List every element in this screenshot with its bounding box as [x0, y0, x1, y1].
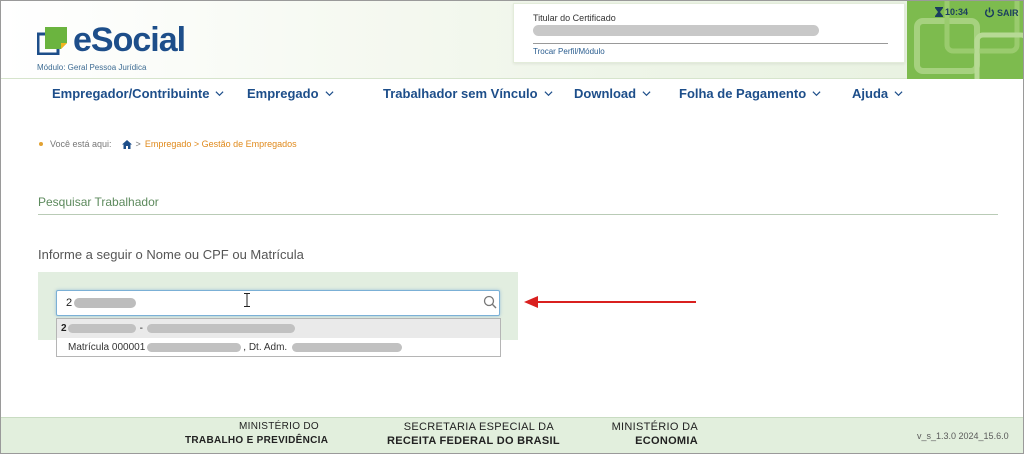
- masked-matricula: [147, 343, 242, 352]
- option-cpf-prefix: 2: [61, 323, 67, 334]
- site-header: eSocial Módulo: Geral Pessoa Jurídica Ti…: [1, 1, 1023, 79]
- breadcrumb: Você está aqui: > Empregado > Gestão de …: [39, 139, 297, 149]
- chevron-down-icon: [812, 91, 821, 97]
- footer-org-trabalho: MINISTÉRIO DO TRABALHO E PREVIDÊNCIA: [185, 420, 329, 448]
- breadcrumb-separator: >: [135, 139, 141, 149]
- worker-search-input[interactable]: 2: [56, 290, 500, 316]
- option-matricula: Matrícula 000001: [68, 342, 146, 353]
- change-profile-link[interactable]: Trocar Perfil/Módulo: [533, 47, 605, 56]
- logout-button[interactable]: SAIR: [984, 7, 1019, 18]
- app-name: eSocial: [73, 21, 186, 59]
- menu-label: Empregador/Contribuinte: [52, 86, 210, 101]
- certificate-title: Titular do Certificado: [533, 13, 616, 23]
- chevron-down-icon: [894, 91, 903, 97]
- footer-org-line-bold: RECEITA FEDERAL DO BRASIL: [387, 435, 560, 447]
- footer-org-economia: MINISTÉRIO DA ECONOMIA: [611, 420, 698, 448]
- esocial-logo-icon: [37, 27, 67, 55]
- certificate-panel: Titular do Certificado Trocar Perfil/Mód…: [513, 3, 905, 63]
- session-time: 10:34: [945, 7, 969, 17]
- masked-name: [146, 324, 295, 333]
- chevron-down-icon: [544, 91, 553, 97]
- footer-org-line: MINISTÉRIO DO: [238, 421, 319, 432]
- breadcrumb-path[interactable]: Empregado > Gestão de Empregados: [145, 139, 297, 149]
- breadcrumb-prefix: Você está aqui:: [50, 139, 112, 149]
- red-arrow-annotation: [524, 296, 696, 308]
- logout-label: SAIR: [997, 7, 1019, 18]
- chevron-down-icon: [325, 91, 334, 97]
- footer-org-line-bold: ECONOMIA: [635, 435, 698, 447]
- search-icon[interactable]: [483, 295, 497, 309]
- bullet: [39, 142, 43, 146]
- main-menu: Empregador/Contribuinte Empregado Trabal…: [1, 81, 1023, 107]
- footer-org-line-bold: TRABALHO E PREVIDÊNCIA: [185, 435, 329, 446]
- footer-org-line: MINISTÉRIO DA: [611, 421, 698, 433]
- menu-label: Folha de Pagamento: [679, 86, 807, 101]
- version-label: v_s_1.3.0 2024_15.6.0: [917, 431, 1009, 441]
- masked-cpf: [67, 324, 136, 333]
- menu-trabalhador-sem-vinculo[interactable]: Trabalhador sem Vínculo: [383, 86, 553, 101]
- certificate-holder-masked: [533, 25, 819, 36]
- text-cursor-icon: [244, 293, 250, 307]
- footer-org-line: SECRETARIA ESPECIAL DA: [403, 421, 554, 433]
- footer-org-receita: SECRETARIA ESPECIAL DA RECEITA FEDERAL D…: [387, 420, 560, 448]
- home-icon[interactable]: [121, 139, 132, 149]
- hourglass-icon: [935, 7, 943, 17]
- browser-viewport: eSocial Módulo: Geral Pessoa Jurídica Ti…: [0, 0, 1024, 454]
- module-label: Módulo: Geral Pessoa Jurídica: [37, 63, 147, 72]
- divider: [533, 43, 888, 44]
- menu-label: Ajuda: [852, 86, 889, 101]
- option-separator: -: [139, 323, 143, 334]
- masked-text: [74, 298, 137, 308]
- menu-download[interactable]: Download: [574, 86, 651, 101]
- menu-label: Download: [574, 86, 637, 101]
- autocomplete-dropdown: 2 - Matrícula 000001 , Dt. Adm.: [56, 318, 501, 357]
- power-icon: [984, 7, 995, 18]
- menu-empregado[interactable]: Empregado: [247, 86, 334, 101]
- menu-empregador[interactable]: Empregador/Contribuinte: [52, 86, 224, 101]
- chevron-down-icon: [215, 91, 224, 97]
- section-title: Pesquisar Trabalhador: [38, 195, 159, 209]
- menu-folha-de-pagamento[interactable]: Folha de Pagamento: [679, 86, 821, 101]
- autocomplete-option-details[interactable]: Matrícula 000001 , Dt. Adm.: [57, 338, 500, 357]
- option-admission-label: , Dt. Adm.: [243, 342, 288, 353]
- chevron-down-icon: [642, 91, 651, 97]
- search-instruction: Informe a seguir o Nome ou CPF ou Matríc…: [38, 247, 304, 262]
- menu-ajuda[interactable]: Ajuda: [852, 86, 903, 101]
- session-timer: 10:34: [935, 7, 968, 17]
- autocomplete-option[interactable]: 2 -: [57, 319, 500, 338]
- section-divider: [38, 214, 998, 215]
- menu-label: Trabalhador sem Vínculo: [383, 86, 538, 101]
- search-value: 2: [66, 297, 73, 309]
- masked-admission-date: [292, 343, 403, 352]
- menu-label: Empregado: [247, 86, 319, 101]
